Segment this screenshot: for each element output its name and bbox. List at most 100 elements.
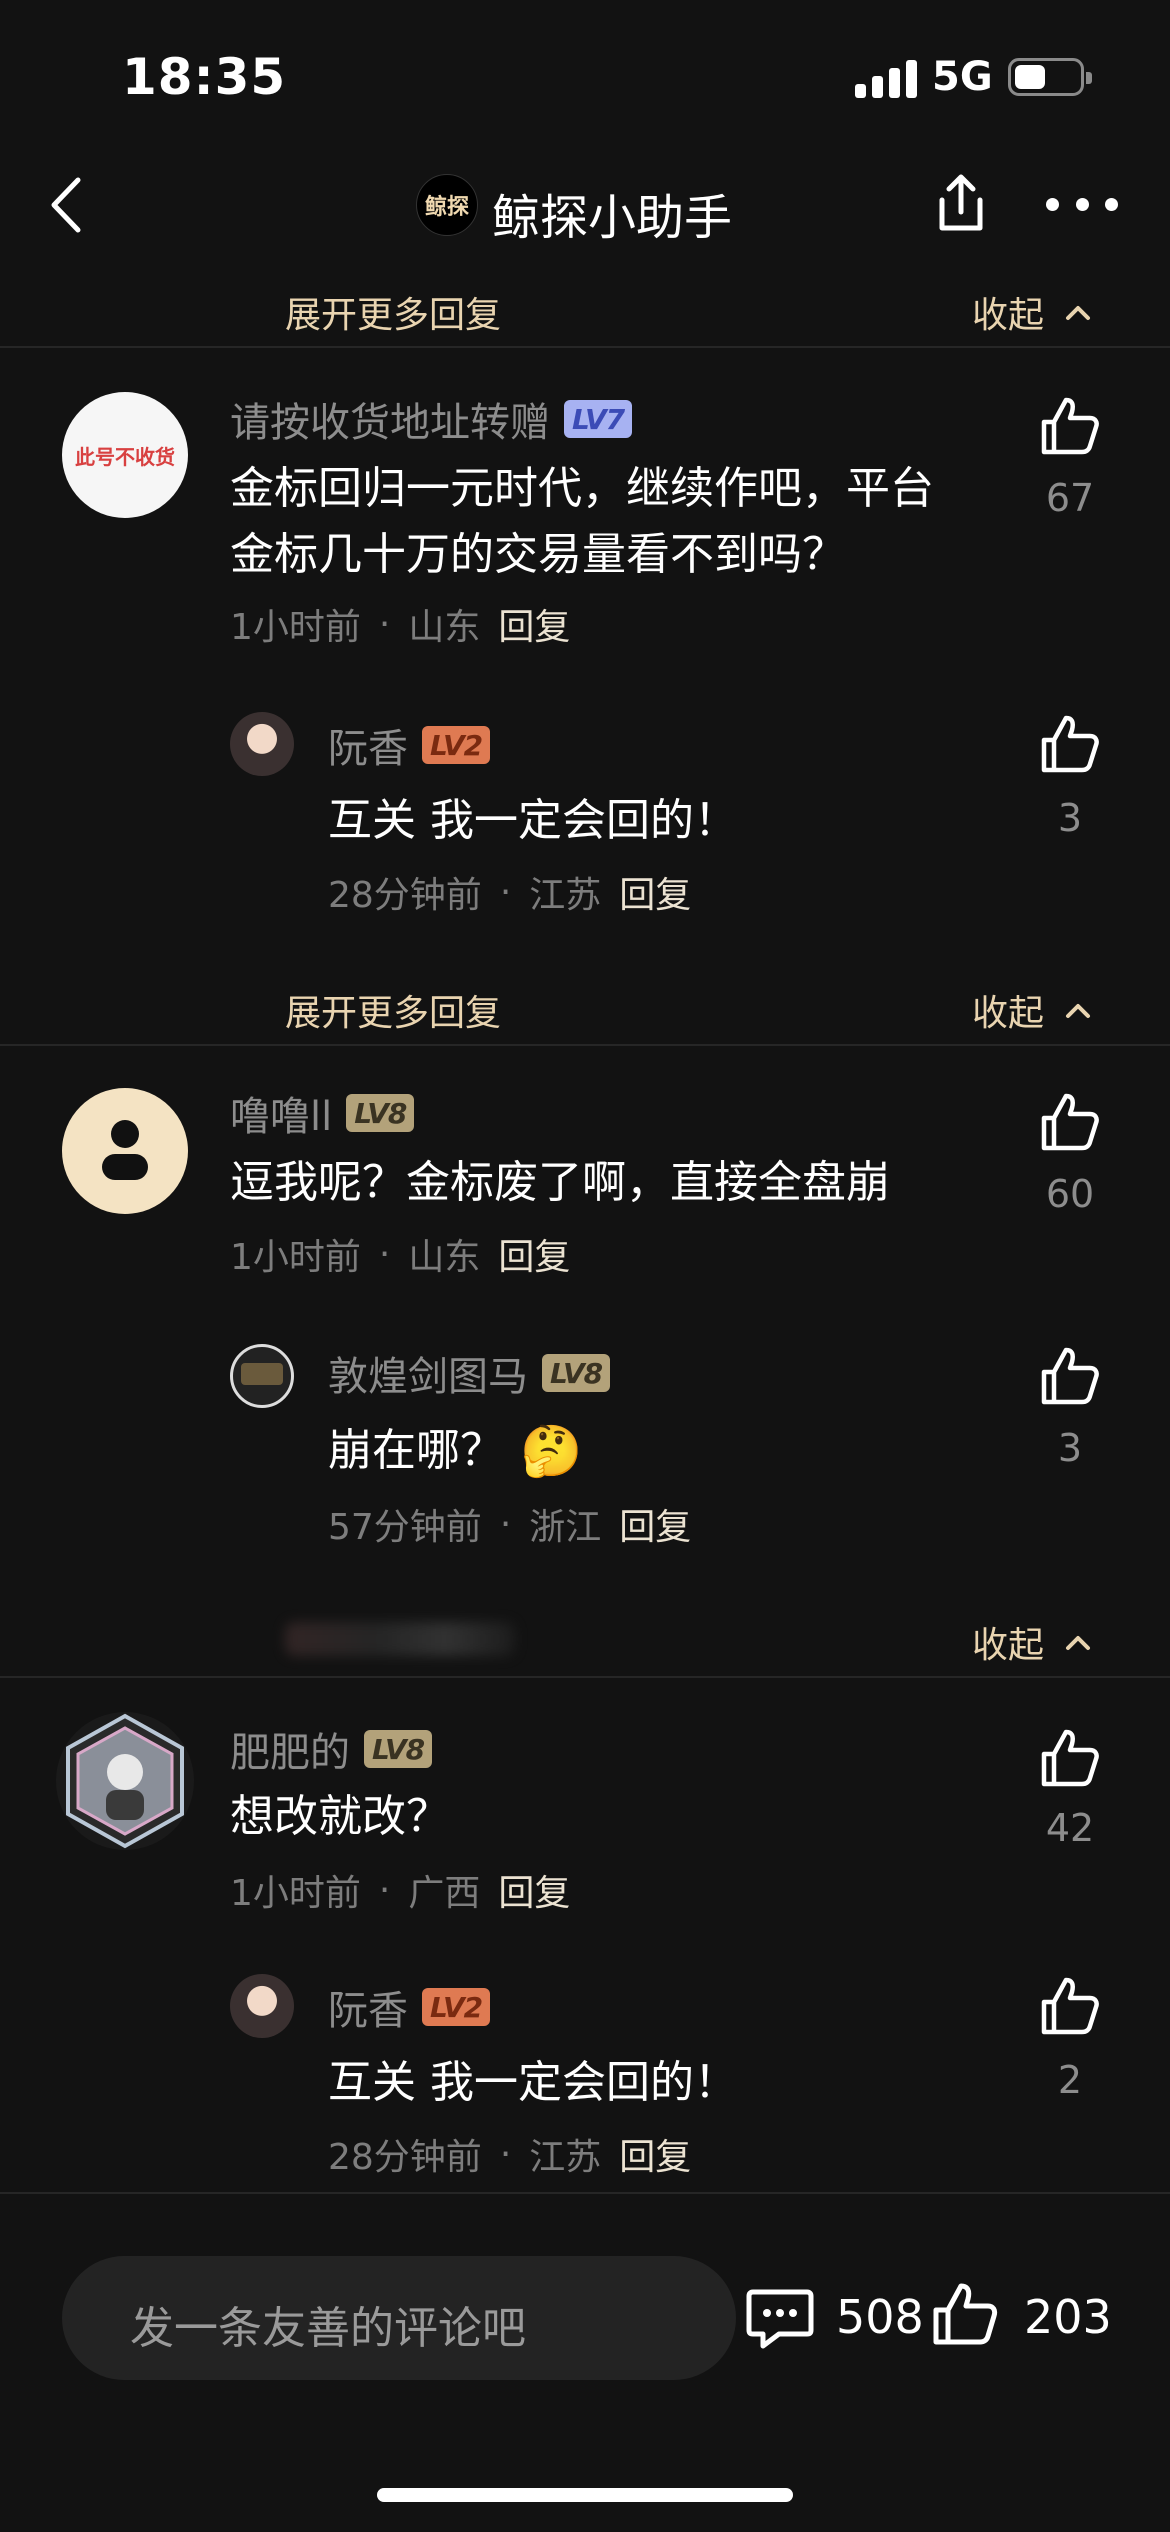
thumbs-up-icon[interactable] [1038,1344,1102,1408]
username[interactable]: 请按收货地址转赠 [230,390,550,448]
chevron-up-icon [1066,1636,1091,1650]
avatar-text: 此号不收货 [75,444,175,469]
comment-time: 1小时前 [230,1873,361,1914]
total-comment-count: 508 [836,2290,924,2344]
like-count: 2 [1057,2058,1083,2102]
thumbs-up-icon[interactable] [1038,1974,1102,2038]
user-avatar[interactable] [62,1088,188,1214]
comment-text: 想改就改？ [230,1791,450,1842]
thumbs-up-icon[interactable] [930,2280,1000,2348]
username[interactable]: 肥肥的 [230,1720,350,1778]
comment-meta: 1小时前 · 山东 回复 [230,1228,570,1280]
blurred-label [285,1622,515,1656]
total-like-count: 203 [1024,2290,1112,2344]
reply-meta: 28分钟前 · 江苏 回复 [328,2128,691,2180]
collapse-label: 收起 [972,1625,1045,1666]
username[interactable]: 噜噜ll [230,1084,332,1142]
reply-text-content: 崩在哪？ [328,1425,504,1476]
collapse-label: 收起 [972,295,1045,336]
like-count: 3 [1057,796,1083,840]
comment-meta: 1小时前 · 山东 回复 [230,598,570,650]
reply-expand-row: 展开更多回复 收起 [0,268,1170,348]
meta-separator: · [499,2133,512,2175]
user-avatar[interactable] [230,712,294,776]
like-count: 3 [1057,1426,1083,1470]
reply-time: 28分钟前 [328,2137,482,2178]
user-avatar[interactable] [230,1974,294,2038]
collapse-label: 收起 [972,993,1045,1034]
collapse-replies[interactable]: 收起 [972,286,1092,338]
comment-header: 肥肥的 LV8 [230,1720,433,1778]
user-avatar[interactable]: 此号不收货 [62,392,188,518]
collapse-replies[interactable]: 收起 [972,984,1092,1036]
thumbs-up-icon[interactable] [1038,1726,1102,1790]
reply-button[interactable]: 回复 [619,2128,691,2180]
meta-separator: · [499,1503,512,1545]
level-badge: LV8 [364,1730,433,1768]
user-avatar[interactable] [56,1712,194,1850]
reply-button[interactable]: 回复 [498,1864,570,1916]
thumbs-up-icon[interactable] [1038,394,1102,458]
level-badge: LV8 [542,1354,611,1392]
meta-separator: · [378,1869,391,1911]
like-count: 67 [1045,476,1095,520]
comment-time: 1小时前 [230,607,361,648]
comment-header: 噜噜ll LV8 [230,1084,415,1142]
user-avatar[interactable] [230,1344,294,1408]
chevron-up-icon [1066,306,1091,320]
default-avatar-icon [102,1120,148,1180]
page-title: 鲸探小助手 [492,190,733,246]
comment-header: 请按收货地址转赠 LV7 [230,390,633,448]
comment-time: 1小时前 [230,1237,361,1278]
comment-input-placeholder: 发一条友善的评论吧 [130,2303,526,2354]
reply-meta: 57分钟前 · 浙江 回复 [328,1498,691,1550]
reply-expand-row: 展开更多回复 收起 [0,966,1170,1046]
comment-meta: 1小时前 · 广西 回复 [230,1864,570,1916]
level-badge: LV2 [422,1988,491,2026]
comment-location: 山东 [408,607,481,648]
share-icon[interactable] [928,170,994,240]
reply-button[interactable]: 回复 [619,1498,691,1550]
comment-location: 山东 [408,1237,481,1278]
avatar-frame-icon [66,1713,184,1849]
comment-icon[interactable] [745,2286,815,2350]
reply-location: 江苏 [529,875,602,916]
signal-icon [855,58,917,98]
username[interactable]: 阮香 [328,1978,408,2036]
reply-header: 敦煌剑图马 LV8 [328,1344,611,1402]
account-avatar[interactable]: 鲸探 [416,174,478,236]
expand-more-replies[interactable]: 展开更多回复 [285,984,501,1036]
home-indicator [377,2488,793,2502]
meta-separator: · [378,603,391,645]
more-options-icon[interactable] [1046,192,1118,216]
like-count: 42 [1045,1806,1095,1850]
reply-expand-row: 收起 [0,1598,1170,1678]
comment-input[interactable]: 发一条友善的评论吧 [62,2256,736,2380]
comment-text-line: 金标几十万的交易量看不到吗？ [230,529,846,580]
thumbs-up-icon[interactable] [1038,1090,1102,1154]
thinking-face-emoji-icon: 🤔 [520,1422,583,1480]
reply-text: 互关 我一定会回的！ [328,795,738,846]
bottom-divider [0,2192,1170,2194]
reply-time: 28分钟前 [328,875,482,916]
meta-separator: · [378,1233,391,1275]
status-time: 18:35 [122,48,287,106]
expand-more-replies[interactable]: 展开更多回复 [285,286,501,338]
thumbs-up-icon[interactable] [1038,712,1102,776]
reply-header: 阮香 LV2 [328,716,491,774]
reply-button[interactable]: 回复 [619,866,691,918]
reply-button[interactable]: 回复 [498,1228,570,1280]
username[interactable]: 敦煌剑图马 [328,1344,528,1402]
collapse-replies[interactable]: 收起 [972,1616,1092,1668]
comment-text: 金标回归一元时代，继续作吧，平台 金标几十万的交易量看不到吗？ [230,456,934,588]
back-arrow-icon[interactable] [40,170,100,240]
comment-text-line: 金标回归一元时代，继续作吧，平台 [230,463,934,514]
chevron-up-icon [1066,1004,1091,1018]
reply-button[interactable]: 回复 [498,598,570,650]
comment-location: 广西 [408,1873,481,1914]
status-bar: 18:35 5G [0,0,1170,150]
reply-location: 浙江 [529,1507,602,1548]
comment-text: 逗我呢？金标废了啊，直接全盘崩 [230,1157,890,1208]
reply-text: 崩在哪？ 🤔 [328,1418,582,1484]
username[interactable]: 阮香 [328,716,408,774]
